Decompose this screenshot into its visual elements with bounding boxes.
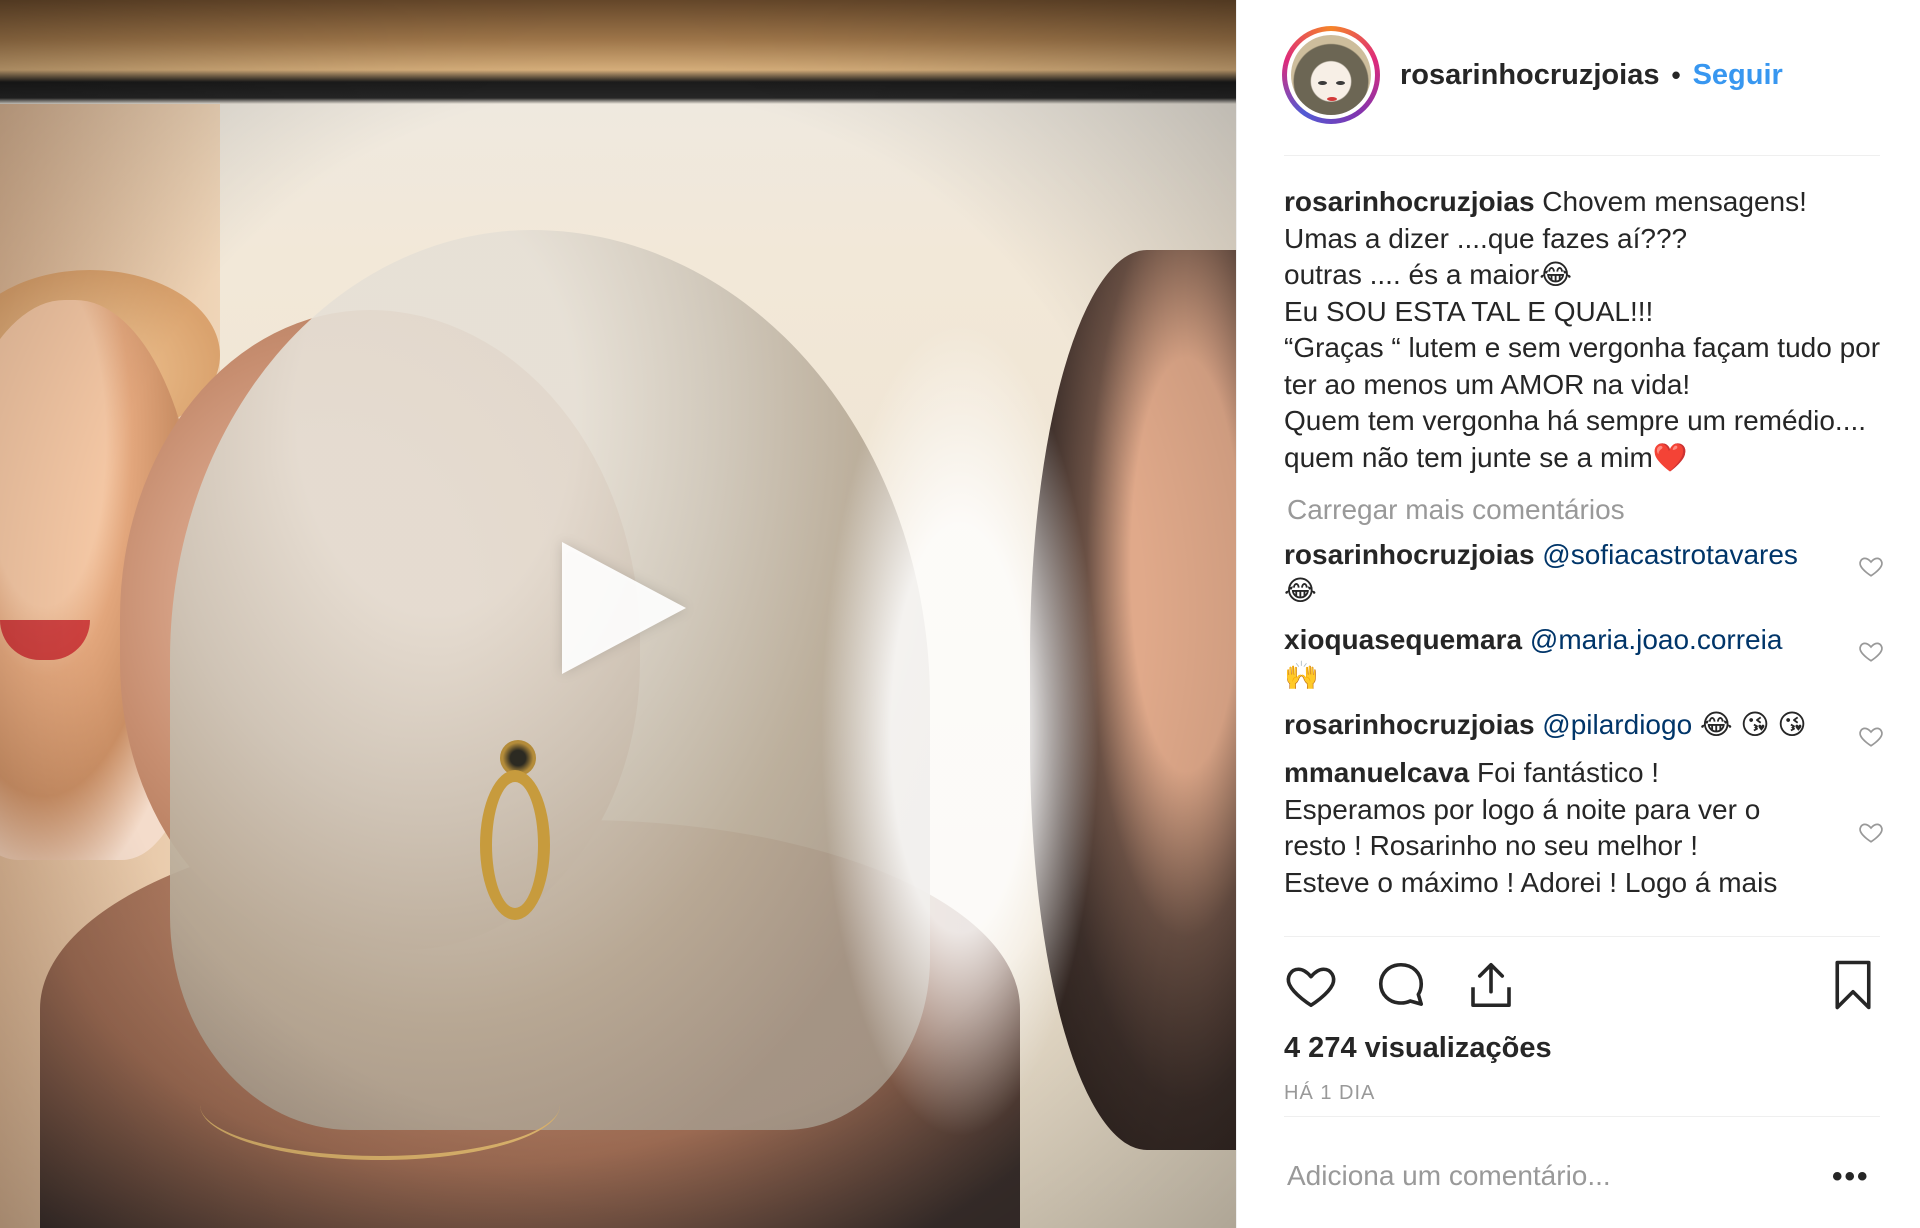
avatar-story-ring[interactable]	[1282, 26, 1380, 124]
comment-like-heart-icon[interactable]	[1858, 553, 1884, 579]
comment-bubble-icon[interactable]	[1374, 958, 1428, 1012]
views-label: visualizações	[1364, 1032, 1552, 1064]
comment-box-divider	[1284, 1116, 1880, 1117]
views-number: 4 274	[1284, 1032, 1357, 1064]
avatar-mouth	[1327, 97, 1337, 101]
comments-list[interactable]: rosarinhocruzjoias Chovem mensagens! Uma…	[1284, 184, 1894, 934]
comment-username[interactable]: xioquasequemara	[1284, 624, 1522, 655]
post-timestamp[interactable]: HÁ 1 DIA	[1284, 1082, 1375, 1105]
comment-username[interactable]: rosarinhocruzjoias	[1284, 539, 1535, 570]
follow-button[interactable]: Seguir	[1693, 59, 1783, 92]
comment-like-heart-icon[interactable]	[1858, 723, 1884, 749]
add-comment-input[interactable]	[1287, 1158, 1727, 1194]
avatar-eye	[1318, 81, 1327, 85]
comment-item: rosarinhocruzjoias @sofiacastrotavares 😂	[1284, 537, 1894, 610]
comment-username[interactable]: rosarinhocruzjoias	[1284, 709, 1535, 740]
comment-mention[interactable]: @sofiacastrotavares	[1542, 539, 1798, 570]
avatar-eye	[1336, 81, 1345, 85]
caption-text: Chovem mensagens! Umas a dizer ....que f…	[1284, 186, 1881, 473]
post-side-panel: rosarinhocruzjoias • Seguir rosarinhocru…	[1236, 0, 1920, 1228]
caption-username[interactable]: rosarinhocruzjoias	[1284, 186, 1535, 217]
comment-item: rosarinhocruzjoias @pilardiogo 😂 😘 😘	[1284, 707, 1894, 747]
comment-mention[interactable]: @pilardiogo	[1542, 709, 1692, 740]
comment-like-heart-icon[interactable]	[1858, 819, 1884, 845]
comment-like-heart-icon[interactable]	[1858, 638, 1884, 664]
avatar-image	[1291, 35, 1371, 115]
comment-text: 😂 😘 😘	[1692, 708, 1807, 740]
header-divider	[1284, 155, 1880, 156]
post-video[interactable]	[0, 0, 1236, 1228]
load-more-comments-button[interactable]: Carregar mais comentários	[1284, 492, 1894, 529]
header-username[interactable]: rosarinhocruzjoias	[1400, 59, 1659, 92]
post-caption: rosarinhocruzjoias Chovem mensagens! Uma…	[1284, 184, 1894, 476]
header-separator: •	[1671, 59, 1681, 90]
heart-icon[interactable]	[1284, 958, 1338, 1012]
comment-item: mmanuelcava Foi fantástico ! Esperamos p…	[1284, 755, 1894, 901]
avatar[interactable]	[1287, 31, 1375, 119]
more-options-icon[interactable]: •••	[1832, 1160, 1870, 1194]
bookmark-icon[interactable]	[1826, 958, 1880, 1012]
post-header: rosarinhocruzjoias • Seguir	[1282, 24, 1783, 126]
comment-text: 🙌	[1284, 660, 1319, 691]
views-count: 4 274 visualizações	[1284, 1032, 1552, 1065]
comment-username[interactable]: mmanuelcava	[1284, 757, 1469, 788]
comment-mention[interactable]: @maria.joao.correia	[1530, 624, 1783, 655]
play-icon[interactable]	[562, 542, 686, 674]
share-icon[interactable]	[1464, 958, 1518, 1012]
actions-divider	[1284, 936, 1880, 937]
post-actions	[1284, 958, 1880, 1018]
comment-text: 😂	[1284, 575, 1317, 606]
comment-item: xioquasequemara @maria.joao.correia 🙌	[1284, 622, 1894, 695]
